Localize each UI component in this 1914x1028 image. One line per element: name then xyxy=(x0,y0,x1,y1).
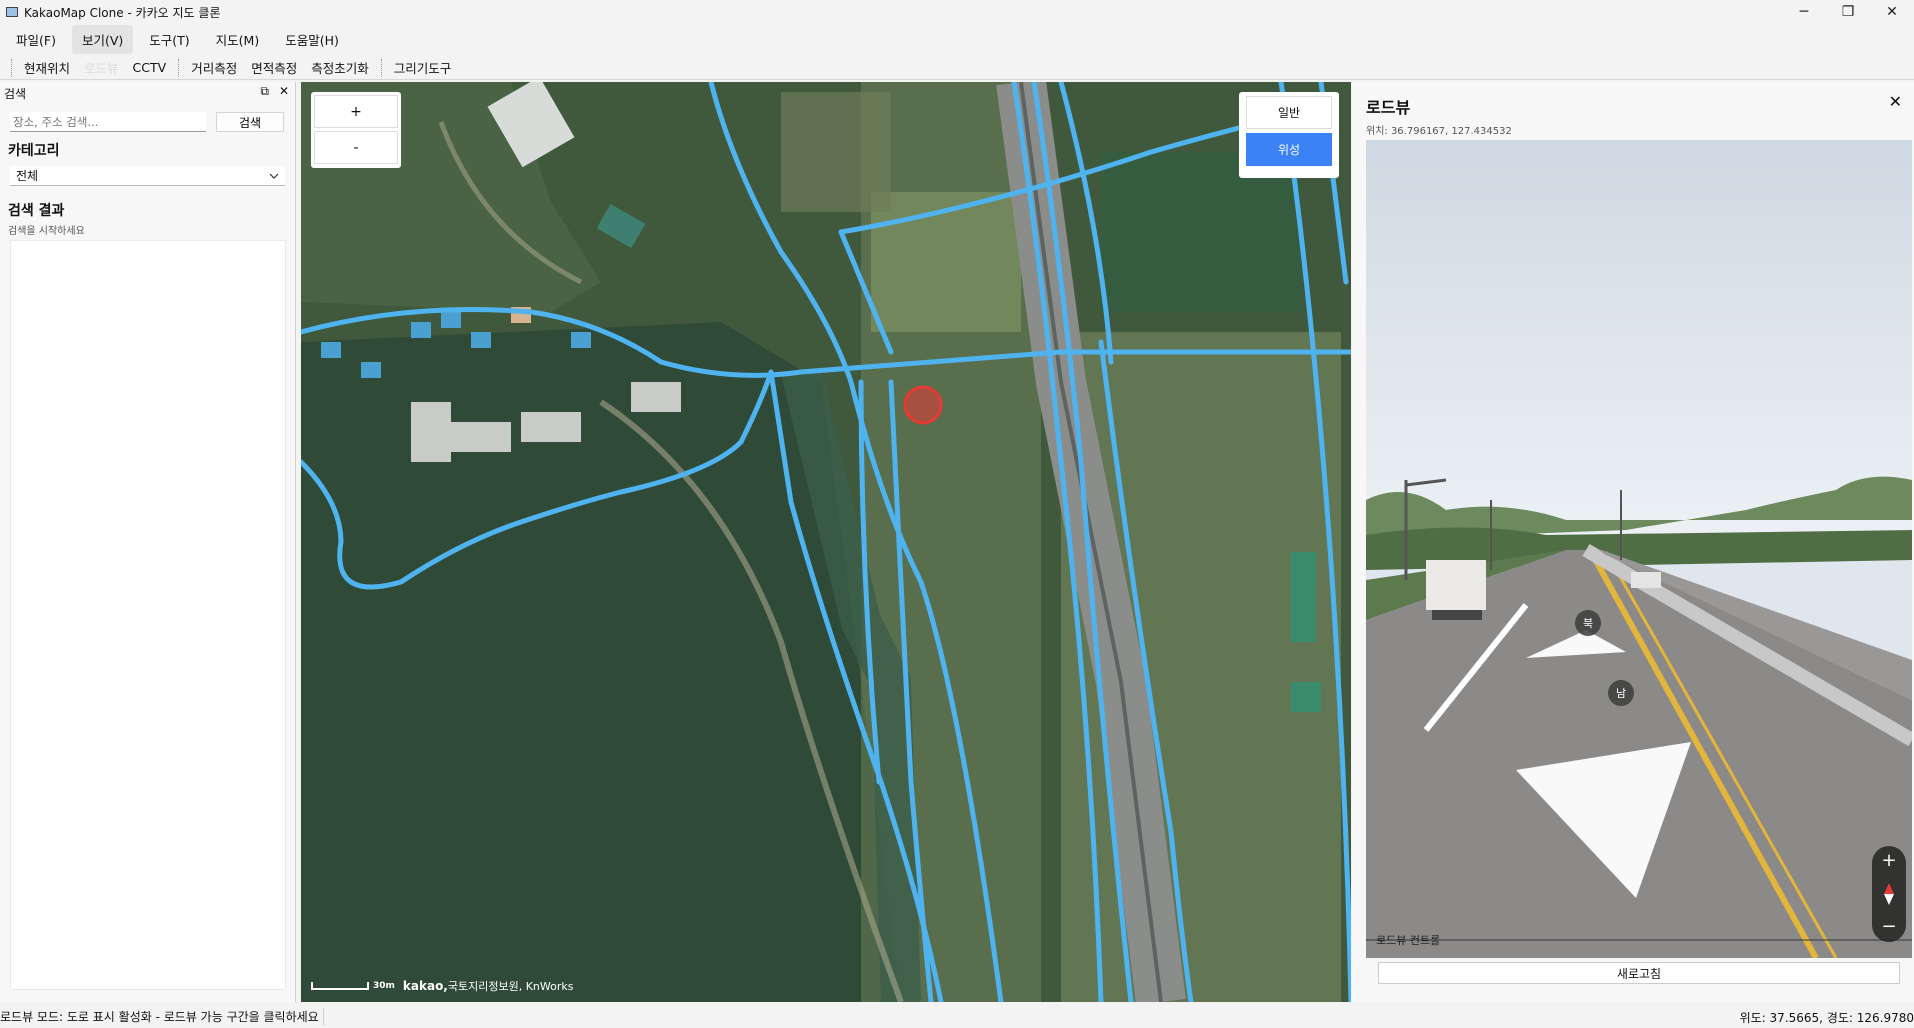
search-row: 검색 xyxy=(0,104,295,138)
roadview-control-label: 로드뷰 컨트롤 xyxy=(1376,934,1441,947)
roadview-zoom-out-button[interactable]: − xyxy=(1881,918,1896,936)
search-input[interactable] xyxy=(10,112,206,132)
map-zoom-control: + - xyxy=(311,92,401,168)
toolbar-separator xyxy=(178,58,180,77)
reset-measure-button[interactable]: 측정초기화 xyxy=(304,56,376,79)
roadview-image xyxy=(1366,140,1912,958)
toolbar-separator xyxy=(11,58,12,77)
map-zoom-out-button[interactable]: - xyxy=(314,131,398,164)
toolbar-separator xyxy=(380,58,382,77)
roadview-refresh-button[interactable]: 새로고침 xyxy=(1378,962,1900,984)
roadview-zoom-control: + − xyxy=(1872,846,1906,942)
float-dock-icon[interactable]: ⧉ xyxy=(260,84,269,99)
search-dock: 검색 ⧉ ✕ 검색 카테고리 전체 검색 결과 검색을 시작하세요 xyxy=(0,82,296,1002)
map-type-control: 일반 위성 xyxy=(1239,92,1339,178)
dock-title: 검색 xyxy=(4,86,27,101)
app-icon xyxy=(6,7,18,17)
window-title: KakaoMap Clone - 카카오 지도 클론 xyxy=(24,5,221,20)
close-window-button[interactable]: ✕ xyxy=(1870,0,1914,24)
roadview-panel: 로드뷰 ✕ 위치: 36.796167, 127.434532 북 남 로드뷰 … xyxy=(1352,82,1914,1002)
direction-south-label: 남 xyxy=(1608,680,1634,706)
map-type-normal-button[interactable]: 일반 xyxy=(1246,96,1332,129)
menu-help[interactable]: 도움말(H) xyxy=(275,25,349,54)
menu-bar: 파일(F) 보기(V) 도구(T) 지도(M) 도움말(H) xyxy=(0,24,1914,54)
roadview-viewer[interactable]: 북 남 로드뷰 컨트롤 + − xyxy=(1366,140,1912,958)
menu-view[interactable]: 보기(V) xyxy=(71,24,134,54)
maximize-button[interactable]: ❐ xyxy=(1826,0,1870,24)
current-location-button[interactable]: 현재위치 xyxy=(17,56,77,79)
category-label: 카테고리 xyxy=(8,143,60,159)
status-bar: 로드뷰 모드: 도로 표시 활성화 - 로드뷰 가능 구간을 클릭하세요 위도:… xyxy=(0,1004,1914,1028)
direction-north-label: 북 xyxy=(1575,610,1601,636)
compass-icon[interactable] xyxy=(1884,883,1894,905)
scale-bar xyxy=(311,982,369,990)
status-coordinates: 위도: 37.5665, 경도: 126.9780 xyxy=(1739,1011,1914,1025)
distance-measure-button[interactable]: 거리측정 xyxy=(184,56,244,79)
map-zoom-in-button[interactable]: + xyxy=(314,95,398,128)
dock-title-bar: 검색 ⧉ ✕ xyxy=(0,82,295,104)
roadview-close-button[interactable]: ✕ xyxy=(1889,92,1902,111)
title-bar: KakaoMap Clone - 카카오 지도 클론 ─ ❐ ✕ xyxy=(0,0,1914,24)
results-hint: 검색을 시작하세요 xyxy=(8,226,85,237)
roadview-button[interactable]: 로드뷰 xyxy=(77,56,126,79)
search-button[interactable]: 검색 xyxy=(216,112,284,132)
category-value: 전체 xyxy=(16,169,39,183)
kakao-logo: kakao, xyxy=(402,979,448,993)
roadview-position: 위치: 36.796167, 127.434532 xyxy=(1366,126,1512,137)
status-message: 로드뷰 모드: 도로 표시 활성화 - 로드뷰 가능 구간을 클릭하세요 xyxy=(0,1007,324,1025)
toolbar: 현재위치 로드뷰 CCTV 거리측정 면적측정 측정초기화 그리기도구 xyxy=(0,56,1914,80)
cctv-button[interactable]: CCTV xyxy=(126,58,174,77)
roadview-title: 로드뷰 xyxy=(1366,98,1411,117)
map-footer: 30m kakao, 국토지리정보원, KnWorks xyxy=(311,978,573,994)
window-controls: ─ ❐ ✕ xyxy=(1782,0,1914,24)
map-attribution: 국토지리정보원, KnWorks xyxy=(447,980,574,993)
map-type-satellite-button[interactable]: 위성 xyxy=(1246,133,1332,166)
category-select[interactable]: 전체 xyxy=(10,166,285,186)
chevron-down-icon xyxy=(269,173,279,179)
menu-tools[interactable]: 도구(T) xyxy=(139,25,199,54)
menu-map[interactable]: 지도(M) xyxy=(206,25,270,54)
location-marker[interactable] xyxy=(903,385,943,425)
map-view[interactable]: + - 일반 위성 30m kakao, 국토지리정보원, KnWorks xyxy=(301,82,1351,1002)
close-dock-icon[interactable]: ✕ xyxy=(279,84,289,99)
area-measure-button[interactable]: 면적측정 xyxy=(244,56,304,79)
minimize-button[interactable]: ─ xyxy=(1782,0,1826,24)
draw-tool-button[interactable]: 그리기도구 xyxy=(387,56,459,79)
results-label: 검색 결과 xyxy=(8,203,65,219)
menu-file[interactable]: 파일(F) xyxy=(6,25,66,54)
results-list[interactable] xyxy=(10,240,286,990)
scale-label: 30m xyxy=(373,981,395,991)
satellite-map xyxy=(301,82,1351,1002)
roadview-zoom-in-button[interactable]: + xyxy=(1881,852,1896,870)
